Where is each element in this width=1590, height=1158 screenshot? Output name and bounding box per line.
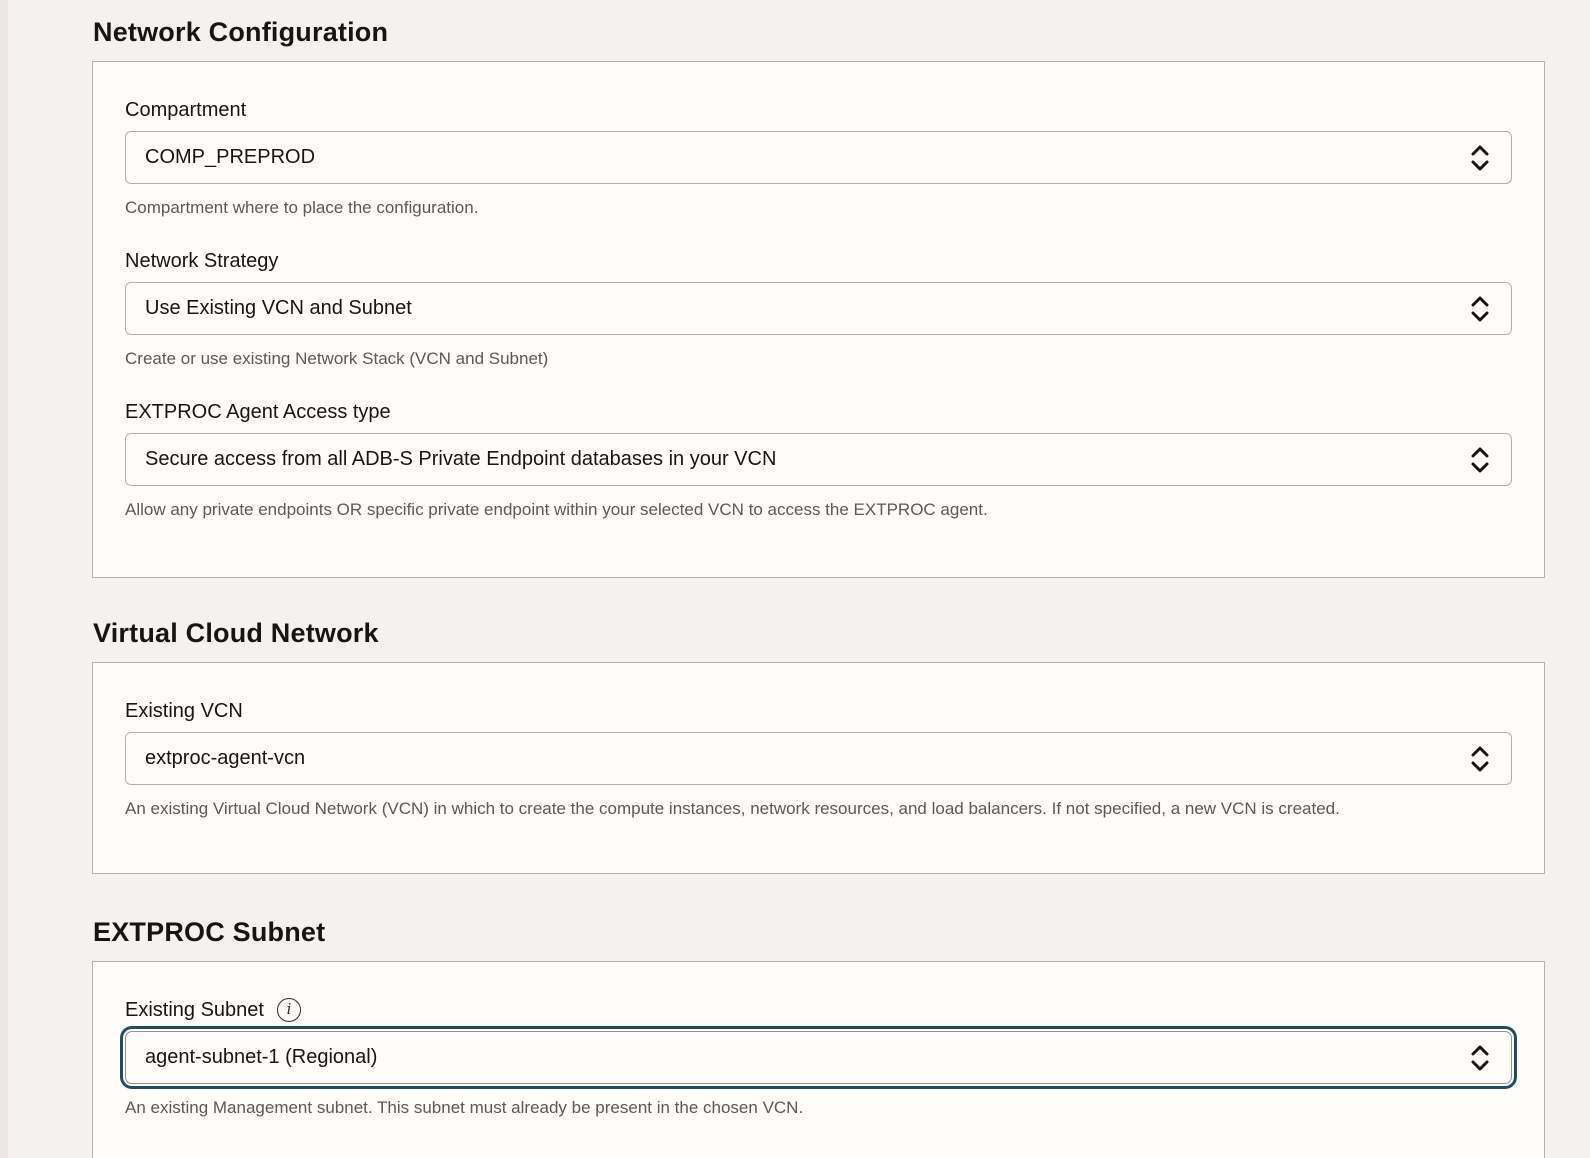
select-updown-icon: [1469, 744, 1491, 774]
form-content: Network Configuration Compartment COMP_P…: [0, 0, 1590, 1158]
extproc-agent-access-type-select-value: Secure access from all ADB-S Private End…: [145, 448, 776, 471]
virtual-cloud-network-panel: Existing VCN extproc-agent-vcn An existi…: [92, 662, 1545, 874]
existing-vcn-field: Existing VCN extproc-agent-vcn An existi…: [125, 699, 1512, 819]
select-updown-icon: [1469, 1043, 1491, 1073]
existing-vcn-label: Existing VCN: [125, 699, 243, 723]
section-title-extproc-subnet: EXTPROC Subnet: [93, 914, 1545, 950]
section-virtual-cloud-network: Virtual Cloud Network Existing VCN extpr…: [92, 615, 1545, 874]
network-strategy-select-value: Use Existing VCN and Subnet: [145, 297, 412, 320]
select-updown-icon: [1469, 445, 1491, 475]
network-strategy-select[interactable]: Use Existing VCN and Subnet: [125, 282, 1512, 335]
network-configuration-panel: Compartment COMP_PREPROD Compartment whe…: [92, 61, 1545, 578]
compartment-select-value: COMP_PREPROD: [145, 146, 315, 169]
existing-subnet-select-value: agent-subnet-1 (Regional): [145, 1046, 377, 1069]
extproc-agent-access-type-field: EXTPROC Agent Access type Secure access …: [125, 400, 1512, 520]
section-title-network-configuration: Network Configuration: [93, 14, 1545, 50]
existing-subnet-field: Existing Subnet i agent-subnet-1 (Region…: [125, 998, 1512, 1118]
section-title-virtual-cloud-network: Virtual Cloud Network: [93, 615, 1545, 651]
extproc-agent-access-type-select[interactable]: Secure access from all ADB-S Private End…: [125, 433, 1512, 486]
extproc-agent-access-type-label: EXTPROC Agent Access type: [125, 400, 391, 424]
compartment-label: Compartment: [125, 98, 246, 122]
existing-subnet-label: Existing Subnet: [125, 998, 264, 1022]
select-updown-icon: [1469, 143, 1491, 173]
page: Network Configuration Compartment COMP_P…: [0, 0, 1590, 1158]
existing-vcn-select[interactable]: extproc-agent-vcn: [125, 732, 1512, 785]
select-updown-icon: [1469, 294, 1491, 324]
existing-vcn-help-text: An existing Virtual Cloud Network (VCN) …: [125, 798, 1512, 819]
existing-subnet-select[interactable]: agent-subnet-1 (Regional): [125, 1031, 1512, 1084]
extproc-agent-access-type-help-text: Allow any private endpoints OR specific …: [125, 499, 1512, 520]
network-strategy-help-text: Create or use existing Network Stack (VC…: [125, 348, 1512, 369]
existing-subnet-help-text: An existing Management subnet. This subn…: [125, 1097, 1512, 1118]
network-strategy-field: Network Strategy Use Existing VCN and Su…: [125, 249, 1512, 369]
compartment-help-text: Compartment where to place the configura…: [125, 197, 1512, 218]
compartment-select[interactable]: COMP_PREPROD: [125, 131, 1512, 184]
info-icon[interactable]: i: [277, 998, 301, 1022]
section-extproc-subnet: EXTPROC Subnet Existing Subnet i agent-s…: [92, 914, 1545, 1158]
compartment-field: Compartment COMP_PREPROD Compartment whe…: [125, 98, 1512, 218]
existing-vcn-select-value: extproc-agent-vcn: [145, 747, 305, 770]
section-network-configuration: Network Configuration Compartment COMP_P…: [92, 14, 1545, 578]
extproc-subnet-panel: Existing Subnet i agent-subnet-1 (Region…: [92, 961, 1545, 1158]
network-strategy-label: Network Strategy: [125, 249, 278, 273]
